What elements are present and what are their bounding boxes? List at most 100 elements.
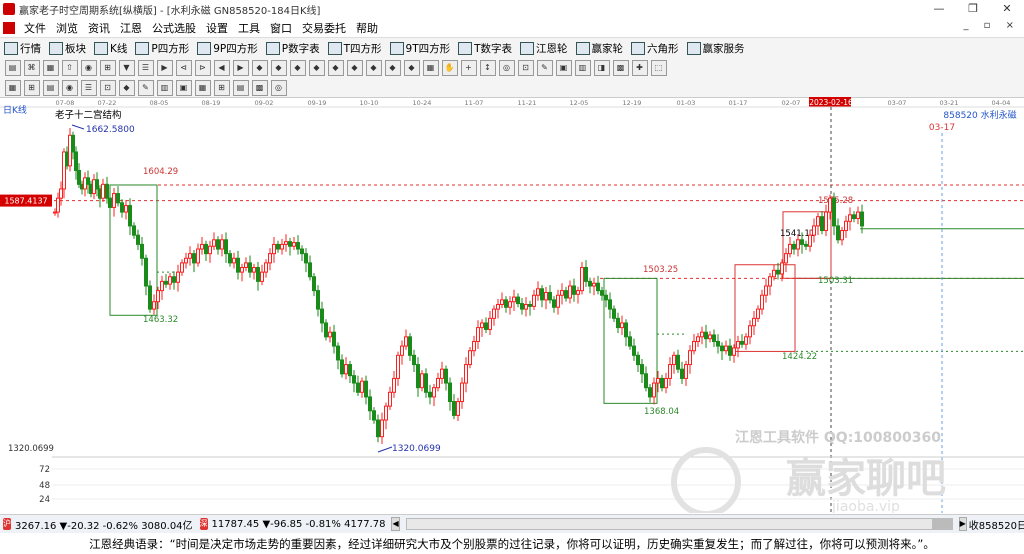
chart-tool-1-icon[interactable]: ⊞ [23, 79, 40, 96]
draw-tool-20-icon[interactable]: ◆ [384, 60, 401, 76]
p-number-icon [265, 41, 280, 55]
menu-info[interactable]: 资讯 [83, 20, 115, 36]
index1-quote[interactable]: 3267.16 ▼-20.32 -0.62% 3080.04亿 [15, 517, 193, 532]
draw-tool-2-icon[interactable]: ▦ [42, 60, 59, 76]
close-button[interactable]: ✕ [990, 0, 1024, 18]
candle-body [604, 294, 608, 301]
draw-tool-18-icon[interactable]: ◆ [346, 60, 363, 76]
chart-tool-14-icon[interactable]: ◎ [270, 79, 287, 96]
period-status: 收858520日线 [968, 520, 1024, 532]
draw-tool-19-icon[interactable]: ◆ [365, 60, 382, 76]
toolbar-p-box-button[interactable]: P四方形 [131, 41, 193, 56]
draw-tool-16-icon[interactable]: ◆ [308, 60, 325, 76]
draw-tool-1-icon[interactable]: ⌘ [23, 60, 40, 76]
chart-tool-0-icon[interactable]: ▦ [4, 79, 21, 96]
draw-tool-24-icon[interactable]: + [460, 60, 477, 76]
chart-tool-11-icon[interactable]: ⊞ [213, 79, 230, 96]
draw-tool-34-icon[interactable]: ⬚ [650, 60, 667, 76]
chart-tool-6-icon[interactable]: ◆ [118, 79, 135, 96]
toolbar-9p-box-button[interactable]: 9P四方形 [193, 41, 262, 56]
toolbar-9t-box-button[interactable]: 9T四方形 [386, 41, 455, 56]
draw-tool-12-icon[interactable]: ▶ [232, 60, 249, 76]
draw-tool-11-icon[interactable]: ◀ [213, 60, 230, 76]
chart-tool-3-icon[interactable]: ◉ [61, 79, 78, 96]
scroll-left-button[interactable]: ◀ [391, 517, 400, 531]
toolbar-t-box-button[interactable]: T四方形 [324, 41, 386, 56]
index2-quote[interactable]: 11787.45 ▼-96.85 -0.81% 4177.78 [212, 519, 386, 530]
toolbar-gann-wheel-button[interactable]: 江恩轮 [516, 41, 572, 56]
draw-tool-33-icon[interactable]: ✚ [631, 60, 648, 76]
draw-tool-32-icon[interactable]: ▩ [612, 60, 629, 76]
toolbar-t-number-button[interactable]: T数字表 [454, 41, 516, 56]
draw-tool-27-icon[interactable]: ⊡ [517, 60, 534, 76]
toolbar-winner-wheel-button[interactable]: 赢家轮 [572, 41, 628, 56]
menu-file[interactable]: 文件 [19, 20, 51, 36]
toolbar-label: 9P四方形 [213, 42, 258, 55]
candle-body [476, 327, 480, 342]
candle-body [552, 299, 556, 308]
app-menu-icon[interactable] [3, 21, 15, 34]
maximize-button[interactable]: ❐ [956, 0, 990, 18]
draw-tool-3-icon[interactable]: ⇧ [61, 60, 78, 76]
menu-gann[interactable]: 江恩 [115, 20, 147, 36]
candle-body [236, 257, 240, 273]
draw-tool-21-icon[interactable]: ◆ [403, 60, 420, 76]
toolbar-blocks-button[interactable]: 板块 [45, 41, 90, 56]
draw-tool-0-icon[interactable]: ▤ [4, 60, 21, 76]
toolbar-p-number-button[interactable]: P数字表 [262, 41, 324, 56]
toolbar-grid-button[interactable]: 行情 [0, 41, 45, 56]
chart-tool-2-icon[interactable]: ▤ [42, 79, 59, 96]
menu-browse[interactable]: 浏览 [51, 20, 83, 36]
scroll-thumb[interactable] [931, 519, 952, 529]
toolbar-hexagon-button[interactable]: 六角形 [627, 41, 683, 56]
draw-tool-4-icon[interactable]: ◉ [80, 60, 97, 76]
draw-tool-6-icon[interactable]: ▼ [118, 60, 135, 76]
draw-tool-26-icon[interactable]: ◎ [498, 60, 515, 76]
scroll-right-button[interactable]: ▶ [958, 517, 967, 531]
chart-tool-8-icon[interactable]: ▥ [156, 79, 173, 96]
chart-tool-9-icon[interactable]: ▣ [175, 79, 192, 96]
toolbar-dollar-button[interactable]: 赢家服务 [683, 41, 749, 56]
draw-tool-7-icon[interactable]: ☰ [137, 60, 154, 76]
draw-tool-25-icon[interactable]: ↕ [479, 60, 496, 76]
chart-tool-4-icon[interactable]: ☰ [80, 79, 97, 96]
candle-body [680, 368, 684, 379]
candle-body [740, 340, 744, 345]
draw-tool-5-icon[interactable]: ⊞ [99, 60, 116, 76]
draw-tool-8-icon[interactable]: ▶ [156, 60, 173, 76]
minimize-button[interactable]: — [922, 0, 956, 18]
menu-window[interactable]: 窗口 [265, 20, 297, 36]
chart-tool-13-icon[interactable]: ▩ [251, 79, 268, 96]
draw-tool-29-icon[interactable]: ▣ [555, 60, 572, 76]
watermark-url: jiaoba.vip [831, 499, 900, 513]
draw-tool-23-icon[interactable]: ✋ [441, 60, 458, 76]
chart-tool-10-icon[interactable]: ▦ [194, 79, 211, 96]
chart-tool-5-icon[interactable]: ⊡ [99, 79, 116, 96]
chart-tool-12-icon[interactable]: ▤ [232, 79, 249, 96]
draw-tool-30-icon[interactable]: ▥ [574, 60, 591, 76]
kline-chart[interactable]: 07-08 07-22 08-05 08-19 09-02 09-19 10-10 10-24… [0, 97, 1024, 517]
draw-tool-28-icon[interactable]: ✎ [536, 60, 553, 76]
draw-tool-31-icon[interactable]: ◨ [593, 60, 610, 76]
draw-tool-10-icon[interactable]: ⊳ [194, 60, 211, 76]
draw-tool-14-icon[interactable]: ◆ [270, 60, 287, 76]
menu-help[interactable]: 帮助 [351, 20, 383, 36]
draw-tool-22-icon[interactable]: ▦ [422, 60, 439, 76]
draw-tool-9-icon[interactable]: ⊲ [175, 60, 192, 76]
mdi-controls[interactable]: _ ▫ × [963, 20, 1020, 31]
draw-tool-17-icon[interactable]: ◆ [327, 60, 344, 76]
chart-svg[interactable]: 07-08 07-22 08-05 08-19 09-02 09-19 10-10 10-24… [0, 97, 1024, 517]
menu-trade[interactable]: 交易委托 [297, 20, 351, 36]
chart-tool-7-icon[interactable]: ✎ [137, 79, 154, 96]
toolbar-kline-button[interactable]: K线 [90, 41, 131, 56]
draw-tool-13-icon[interactable]: ◆ [251, 60, 268, 76]
menu-formula[interactable]: 公式选股 [147, 20, 201, 36]
hexagon-icon [631, 41, 646, 55]
menu-settings[interactable]: 设置 [201, 20, 233, 36]
horizontal-scrollbar[interactable] [405, 518, 953, 530]
candle-body [584, 267, 588, 282]
candle-body [564, 290, 568, 299]
menu-tools[interactable]: 工具 [233, 20, 265, 36]
draw-tool-15-icon[interactable]: ◆ [289, 60, 306, 76]
candle-body [644, 373, 648, 389]
